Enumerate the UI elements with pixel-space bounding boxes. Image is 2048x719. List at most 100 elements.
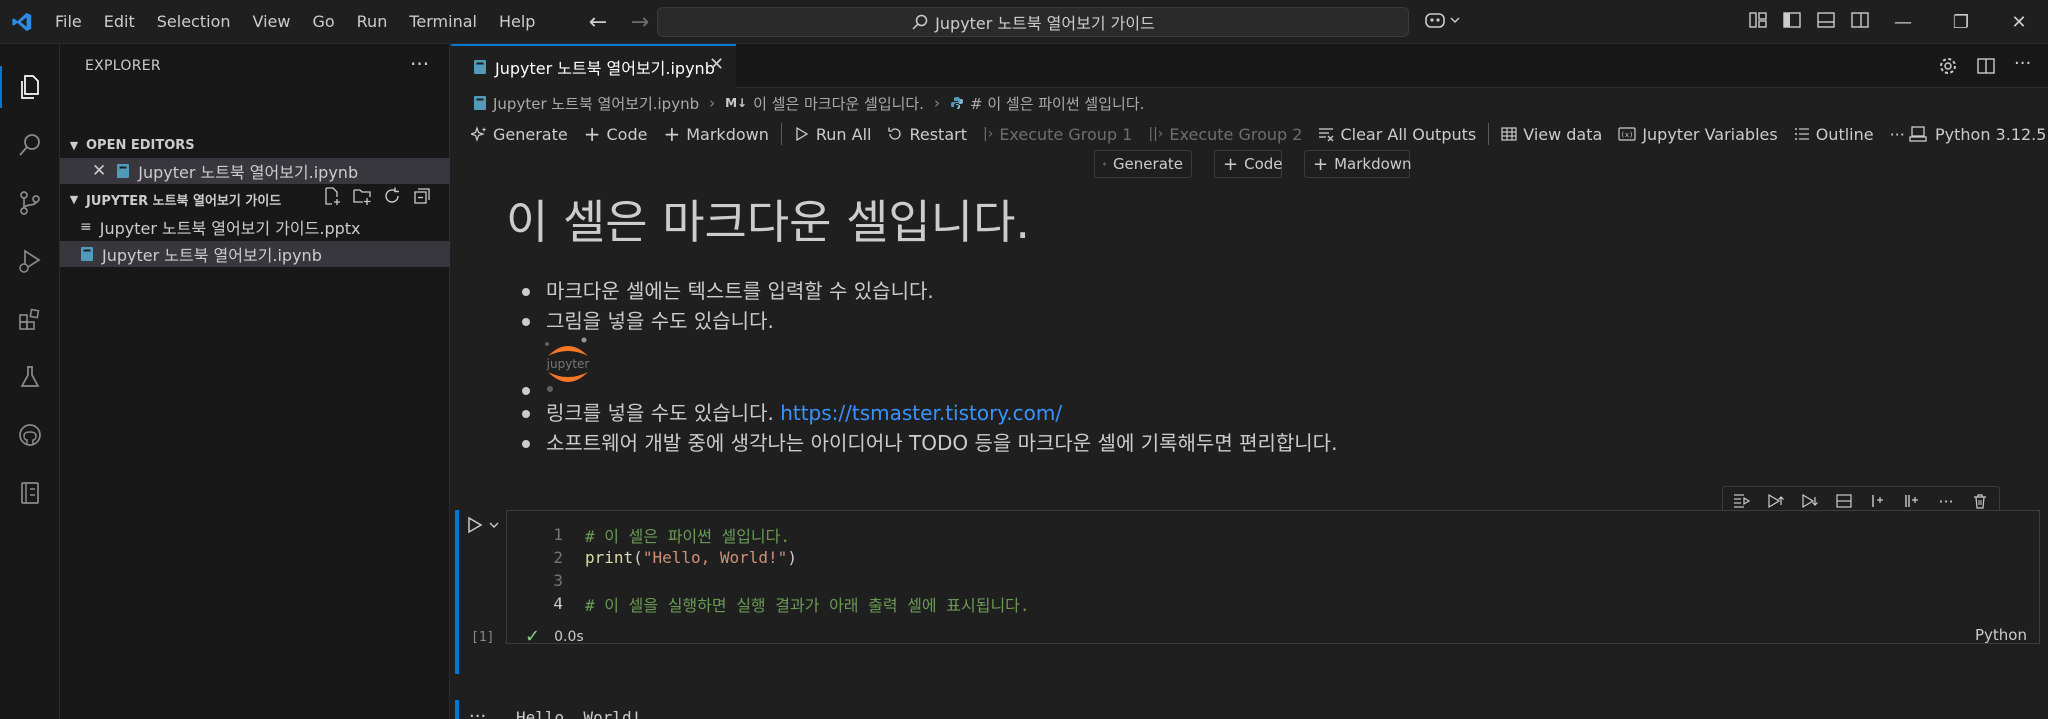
toggle-panel-icon[interactable] xyxy=(1816,10,1836,30)
more-actions-icon[interactable]: ··· xyxy=(2014,55,2034,76)
toggle-primary-sidebar-icon[interactable] xyxy=(1782,10,1802,30)
clear-all-icon xyxy=(1319,128,1334,142)
plus-icon: + xyxy=(1223,153,1239,175)
run-debug-icon[interactable] xyxy=(0,232,60,290)
add-code-button[interactable]: + Code xyxy=(576,122,656,146)
run-all-button[interactable]: Run All xyxy=(786,125,880,144)
tistory-link[interactable]: https://tsmaster.tistory.com/ xyxy=(780,401,1062,425)
insert-generate-button[interactable]: Generate xyxy=(1094,150,1192,178)
copilot-button[interactable] xyxy=(1424,10,1460,30)
menu-selection[interactable]: Selection xyxy=(146,0,242,44)
execute-group-icon: ||› xyxy=(1148,126,1164,142)
nav-arrows: ← → xyxy=(584,8,654,36)
code-editor[interactable]: 1 # 이 셀은 파이썬 셀입니다. 2 print("Hello, World… xyxy=(506,510,2040,644)
insert-cell-bar: Generate + Code + Markdown xyxy=(1094,150,1412,178)
forward-arrow-icon[interactable]: → xyxy=(626,8,654,36)
menu-run[interactable]: Run xyxy=(346,0,399,44)
extensions-icon[interactable] xyxy=(0,290,60,348)
open-editor-name: Jupyter 노트북 열어보기.ipynb xyxy=(138,163,359,182)
close-icon[interactable]: ✕ xyxy=(92,161,106,181)
code-line-2: 2 print("Hello, World!") xyxy=(553,548,797,567)
restart-icon xyxy=(888,127,902,140)
open-editor-item[interactable]: ✕ Jupyter 노트북 열어보기.ipynb xyxy=(60,158,450,184)
menu-file[interactable]: File xyxy=(44,0,93,44)
run-cell-button[interactable] xyxy=(467,516,499,534)
kernel-name: Python 3.12.5 xyxy=(1935,124,2047,144)
testing-flask-icon[interactable] xyxy=(0,348,60,406)
file-name: Jupyter 노트북 열어보기.ipynb xyxy=(102,246,322,265)
back-arrow-icon[interactable]: ← xyxy=(584,8,612,36)
new-file-icon[interactable] xyxy=(322,186,342,206)
menu-edit[interactable]: Edit xyxy=(93,0,146,44)
file-item-pptx[interactable]: ≡ Jupyter 노트북 열어보기 가이드.pptx xyxy=(60,214,450,240)
new-folder-icon[interactable] xyxy=(352,186,372,206)
customize-layout-icon[interactable] xyxy=(1748,10,1768,30)
open-editors-header[interactable]: ▼ OPEN EDITORS xyxy=(60,132,450,158)
menu-help[interactable]: Help xyxy=(488,0,546,44)
menu-view[interactable]: View xyxy=(242,0,302,44)
more-actions-icon[interactable]: ··· xyxy=(410,52,429,76)
refresh-icon[interactable] xyxy=(382,186,402,206)
jupyter-variables-button[interactable]: (x) Jupyter Variables xyxy=(1610,125,1785,144)
split-editor-icon[interactable] xyxy=(1976,56,1996,76)
cell-status: ✓ 0.0s xyxy=(525,626,584,647)
chevron-down-icon xyxy=(1450,17,1460,23)
outline-icon xyxy=(1794,128,1809,140)
folder-header[interactable]: ▼ JUPYTER 노트북 열어보기 가이드 xyxy=(60,186,450,212)
close-window-icon[interactable]: ✕ xyxy=(1990,0,2048,44)
toolbar-divider xyxy=(780,123,782,145)
clear-outputs-button[interactable]: Clear All Outputs xyxy=(1310,125,1484,144)
menu-go[interactable]: Go xyxy=(301,0,345,44)
notebook-file-icon xyxy=(474,96,486,110)
menu-bar: File Edit Selection View Go Run Terminal… xyxy=(44,0,546,44)
view-data-button[interactable]: View data xyxy=(1493,125,1610,144)
add-markdown-button[interactable]: + Markdown xyxy=(655,122,776,146)
cell-language[interactable]: Python xyxy=(1975,626,2027,644)
notebook-file-icon xyxy=(474,60,486,74)
insert-markdown-button[interactable]: + Markdown xyxy=(1304,150,1412,178)
kernel-picker[interactable]: Python 3.12.5 xyxy=(1909,118,2046,150)
list-item: 소프트웨어 개발 중에 생각나는 아이디어나 TODO 등을 마크다운 셀에 기… xyxy=(522,428,1337,458)
jupyter-notebook-icon[interactable] xyxy=(0,464,60,522)
kernel-icon xyxy=(1909,126,1927,142)
restore-icon[interactable]: ❐ xyxy=(1932,0,1990,44)
breadcrumb-md-cell[interactable]: 이 셀은 마크다운 셀입니다. xyxy=(753,93,924,114)
jupyter-logo-image: jupyter xyxy=(545,337,590,392)
output-focus-indicator xyxy=(455,700,459,719)
search-view-icon[interactable] xyxy=(0,116,60,174)
output-more-icon[interactable]: ··· xyxy=(469,706,486,719)
tab-notebook[interactable]: Jupyter 노트북 열어보기.ipynb xyxy=(451,44,736,88)
editor-actions: ··· xyxy=(1938,55,2034,76)
command-center-search[interactable]: Jupyter 노트북 열어보기 가이드 xyxy=(657,7,1409,37)
restart-button[interactable]: Restart xyxy=(879,125,975,144)
run-all-icon xyxy=(796,126,809,142)
plus-icon: + xyxy=(1313,153,1329,175)
github-icon[interactable] xyxy=(0,406,60,464)
jupyter-logo-text: jupyter xyxy=(546,357,590,371)
execution-count: [1] xyxy=(471,630,495,645)
collapse-all-icon[interactable] xyxy=(412,186,432,206)
source-control-icon[interactable] xyxy=(0,174,60,232)
outline-button[interactable]: Outline xyxy=(1786,125,1882,144)
chevron-down-icon[interactable] xyxy=(489,520,499,530)
sparkle-icon xyxy=(1103,162,1107,166)
menu-terminal[interactable]: Terminal xyxy=(398,0,488,44)
insert-code-button[interactable]: + Code xyxy=(1214,150,1283,178)
explorer-icon[interactable] xyxy=(0,58,60,116)
breadcrumb-code-cell[interactable]: # 이 셀은 파이썬 셀입니다. xyxy=(970,93,1144,114)
file-name: Jupyter 노트북 열어보기 가이드.pptx xyxy=(99,219,361,238)
minimize-icon[interactable]: — xyxy=(1874,0,1932,44)
plus-icon: + xyxy=(583,122,601,146)
toggle-secondary-sidebar-icon[interactable] xyxy=(1850,10,1870,30)
code-line-3: 3 xyxy=(553,571,563,590)
plus-icon: + xyxy=(663,122,681,146)
execute-group-2-button[interactable]: ||› Execute Group 2 xyxy=(1140,125,1310,144)
file-item-ipynb[interactable]: Jupyter 노트북 열어보기.ipynb xyxy=(60,241,450,267)
execute-group-1-button[interactable]: |› Execute Group 1 xyxy=(975,125,1140,144)
close-icon[interactable]: ✕ xyxy=(709,54,724,75)
breadcrumb-file[interactable]: Jupyter 노트북 열어보기.ipynb xyxy=(493,93,699,114)
code-line-1: 1 # 이 셀은 파이썬 셀입니다. xyxy=(553,525,790,546)
activity-bar xyxy=(0,44,60,719)
generate-button[interactable]: Generate xyxy=(463,125,576,144)
gear-icon[interactable] xyxy=(1938,56,1958,76)
